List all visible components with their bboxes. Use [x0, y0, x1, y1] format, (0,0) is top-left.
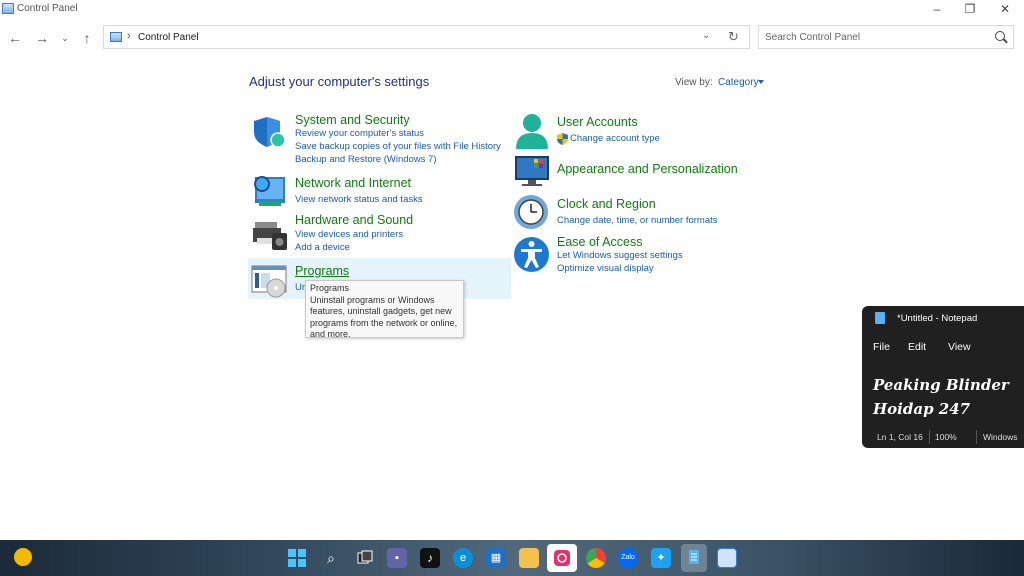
back-arrow-icon[interactable]: ←: [6, 29, 24, 47]
notepad-icon: [875, 312, 885, 324]
tooltip-line: and more.: [310, 329, 351, 339]
status-divider: [976, 430, 977, 444]
link-optimize-display[interactable]: Optimize visual display: [557, 263, 654, 274]
search-input[interactable]: Search Control Panel: [765, 32, 860, 43]
view-by-label: View by:: [675, 77, 713, 88]
search-icon[interactable]: [995, 31, 1005, 41]
teams-icon[interactable]: ▪: [387, 548, 407, 568]
chrome-icon[interactable]: [586, 548, 606, 568]
ease-of-access-icon: [514, 237, 549, 272]
file-explorer-icon[interactable]: [519, 548, 539, 568]
breadcrumb-chevron-icon[interactable]: ›: [127, 30, 131, 42]
notepad-status-zoom: 100%: [935, 432, 957, 442]
recent-locations-chevron-icon[interactable]: ⌄: [56, 29, 74, 47]
control-panel-icon: [2, 3, 14, 14]
category-programs[interactable]: Programs: [295, 264, 349, 278]
task-view-icon[interactable]: [355, 548, 375, 568]
control-panel-icon: [110, 32, 122, 42]
category-user-accounts[interactable]: User Accounts: [557, 115, 638, 129]
title-bar: Control Panel – ❐ ✕: [0, 0, 1024, 18]
maximize-button[interactable]: ❐: [953, 0, 987, 18]
globe-network-icon: [254, 176, 285, 206]
tooltip-line: features, uninstall gadgets, get new: [310, 306, 452, 316]
instagram-icon[interactable]: [547, 544, 577, 572]
caret-down-icon[interactable]: [758, 80, 764, 84]
notepad-menu-file[interactable]: File: [873, 341, 890, 353]
notepad-text-line[interactable]: Peaking Blinder: [873, 376, 1009, 394]
link-suggest-settings[interactable]: Let Windows suggest settings: [557, 250, 683, 261]
chevron-down-icon[interactable]: ⌄: [702, 30, 710, 41]
notepad-status-line-ending: Windows: [983, 432, 1018, 442]
tooltip-title: Programs: [310, 283, 350, 293]
link-review-status[interactable]: Review your computer's status: [295, 128, 424, 139]
breadcrumb-control-panel[interactable]: Control Panel: [138, 32, 199, 43]
minimize-button[interactable]: –: [920, 0, 954, 18]
user-accounts-icon: [516, 114, 548, 149]
tiktok-icon[interactable]: ♪: [420, 548, 440, 568]
search-box[interactable]: Search Control Panel: [758, 25, 1014, 49]
category-hardware-and-sound[interactable]: Hardware and Sound: [295, 213, 413, 227]
search-icon[interactable]: ⌕: [321, 548, 341, 568]
taskbar: ⌕ ▪ ♪ e ▦ Zalo ✦: [0, 540, 1024, 576]
refresh-icon[interactable]: ↻: [728, 29, 739, 45]
category-ease-of-access[interactable]: Ease of Access: [557, 235, 642, 249]
window-title: Control Panel: [17, 3, 78, 14]
link-date-time-formats[interactable]: Change date, time, or number formats: [557, 215, 718, 226]
notepad-menu-view[interactable]: View: [948, 341, 971, 353]
programs-disc-icon: [251, 265, 287, 298]
monitor-personalization-icon: [515, 156, 549, 186]
twitter-icon[interactable]: ✦: [651, 548, 671, 568]
link-network-status[interactable]: View network status and tasks: [295, 194, 423, 205]
category-appearance-and-personalization[interactable]: Appearance and Personalization: [557, 162, 738, 176]
zalo-icon[interactable]: Zalo: [618, 548, 638, 568]
link-backup-restore[interactable]: Backup and Restore (Windows 7): [295, 154, 437, 165]
notepad-taskbar-icon[interactable]: [681, 544, 707, 572]
notepad-menu-edit[interactable]: Edit: [908, 341, 926, 353]
up-arrow-icon[interactable]: ↑: [78, 29, 96, 47]
tooltip-line: Uninstall programs or Windows: [310, 294, 435, 305]
store-icon[interactable]: ▦: [486, 548, 506, 568]
programs-tooltip: Programs Uninstall programs or Windows f…: [305, 280, 464, 339]
close-button[interactable]: ✕: [988, 0, 1022, 18]
link-change-account-type[interactable]: Change account type: [570, 133, 660, 144]
control-panel-taskbar-icon[interactable]: [717, 548, 737, 568]
notepad-status-position: Ln 1, Col 16: [877, 432, 923, 442]
printer-icon: [253, 222, 287, 250]
category-network-and-internet[interactable]: Network and Internet: [295, 176, 411, 190]
forward-arrow-icon[interactable]: →: [33, 29, 51, 47]
view-by-dropdown[interactable]: Category: [718, 77, 759, 88]
address-bar[interactable]: › Control Panel ⌄ ↻: [103, 25, 750, 49]
category-system-and-security[interactable]: System and Security: [295, 113, 410, 127]
link-devices-printers[interactable]: View devices and printers: [295, 229, 403, 240]
status-divider: [929, 430, 930, 444]
clock-globe-icon: [514, 195, 548, 229]
shield-icon: [254, 117, 286, 148]
link-add-device[interactable]: Add a device: [295, 242, 350, 253]
uac-shield-icon: [557, 133, 568, 145]
category-clock-and-region[interactable]: Clock and Region: [557, 197, 656, 211]
start-icon[interactable]: [287, 548, 307, 568]
notepad-text-line[interactable]: Hoidap 247: [873, 400, 970, 418]
edge-icon[interactable]: e: [453, 548, 473, 568]
page-title: Adjust your computer's settings: [249, 74, 430, 89]
link-file-history[interactable]: Save backup copies of your files with Fi…: [295, 141, 501, 152]
weather-icon[interactable]: [14, 548, 32, 566]
notepad-window[interactable]: *Untitled - Notepad File Edit View Peaki…: [862, 306, 1024, 448]
notepad-title: *Untitled - Notepad: [897, 313, 978, 324]
tooltip-line: programs from the network or online,: [310, 317, 458, 328]
